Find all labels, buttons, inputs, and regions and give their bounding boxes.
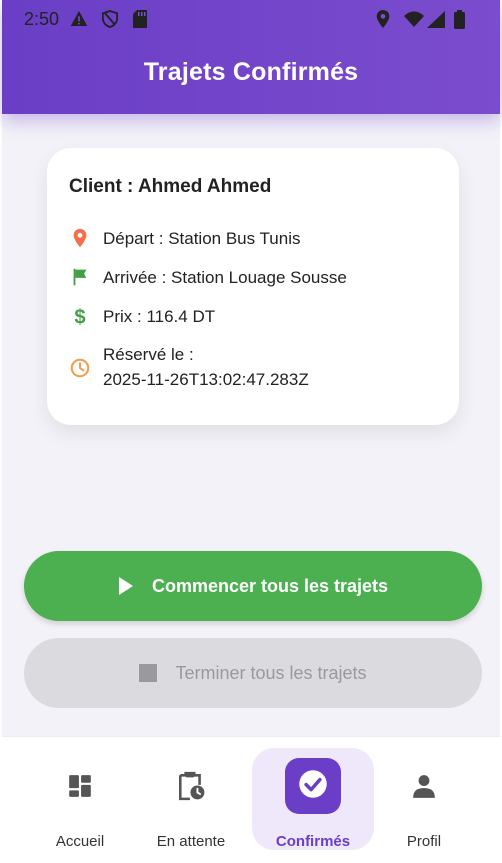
person-icon <box>411 773 437 804</box>
reserve-date: 2025-11-26T13:02:47.283Z <box>103 370 309 389</box>
nav-item-profil[interactable]: Profil <box>369 749 479 850</box>
nav-item-confirmes[interactable]: Confirmés <box>258 749 368 850</box>
start-all-label: Commencer tous les trajets <box>151 575 389 596</box>
dashboard-icon <box>67 773 93 804</box>
client-name: Client : Ahmed Ahmed <box>69 176 272 197</box>
stop-icon <box>139 664 158 682</box>
signal-icon <box>427 11 445 33</box>
main-content: Client : Ahmed Ahmed Départ : Station Bu… <box>2 114 500 736</box>
dollar-icon: $ <box>69 305 91 328</box>
clock-icon <box>69 357 91 379</box>
prix-text: Prix : 116.4 DT <box>103 307 216 326</box>
shield-icon <box>101 9 119 33</box>
status-bar: 2:50 <box>2 0 500 38</box>
nav-label-en-attente: En attente <box>156 833 226 850</box>
svg-text:$: $ <box>74 306 85 327</box>
location-pin-icon <box>69 227 91 249</box>
warning-icon <box>70 10 88 32</box>
reserve-label: Réservé le : <box>103 345 194 364</box>
app-header: 2:50 Trajets Confirmés <box>2 0 500 114</box>
trip-card[interactable]: Client : Ahmed Ahmed Départ : Station Bu… <box>47 148 459 425</box>
wifi-icon <box>404 11 424 32</box>
flag-icon <box>69 266 91 288</box>
start-all-trips-button[interactable]: Commencer tous les trajets <box>24 551 482 621</box>
battery-icon <box>454 10 465 34</box>
nav-label-profil: Profil <box>406 833 442 850</box>
depart-text: Départ : Station Bus Tunis <box>103 229 301 248</box>
nav-item-en-attente[interactable]: En attente <box>136 749 246 850</box>
sd-card-icon <box>133 10 147 33</box>
end-all-trips-button[interactable]: Terminer tous les trajets <box>24 638 482 708</box>
page-title: Trajets Confirmés <box>143 58 359 86</box>
end-all-label: Terminer tous les trajets <box>175 662 367 683</box>
pending-clipboard-icon <box>177 771 205 806</box>
location-status-icon <box>376 10 390 33</box>
nav-item-accueil[interactable]: Accueil <box>25 749 135 850</box>
bottom-navigation: Accueil En attente Confirmés Profil <box>2 736 500 863</box>
arrivee-text: Arrivée : Station Louage Sousse <box>103 268 347 287</box>
status-time: 2:50 <box>24 9 60 29</box>
play-icon <box>118 576 134 596</box>
nav-label-accueil: Accueil <box>55 833 105 850</box>
nav-label-confirmes: Confirmés <box>275 833 351 850</box>
